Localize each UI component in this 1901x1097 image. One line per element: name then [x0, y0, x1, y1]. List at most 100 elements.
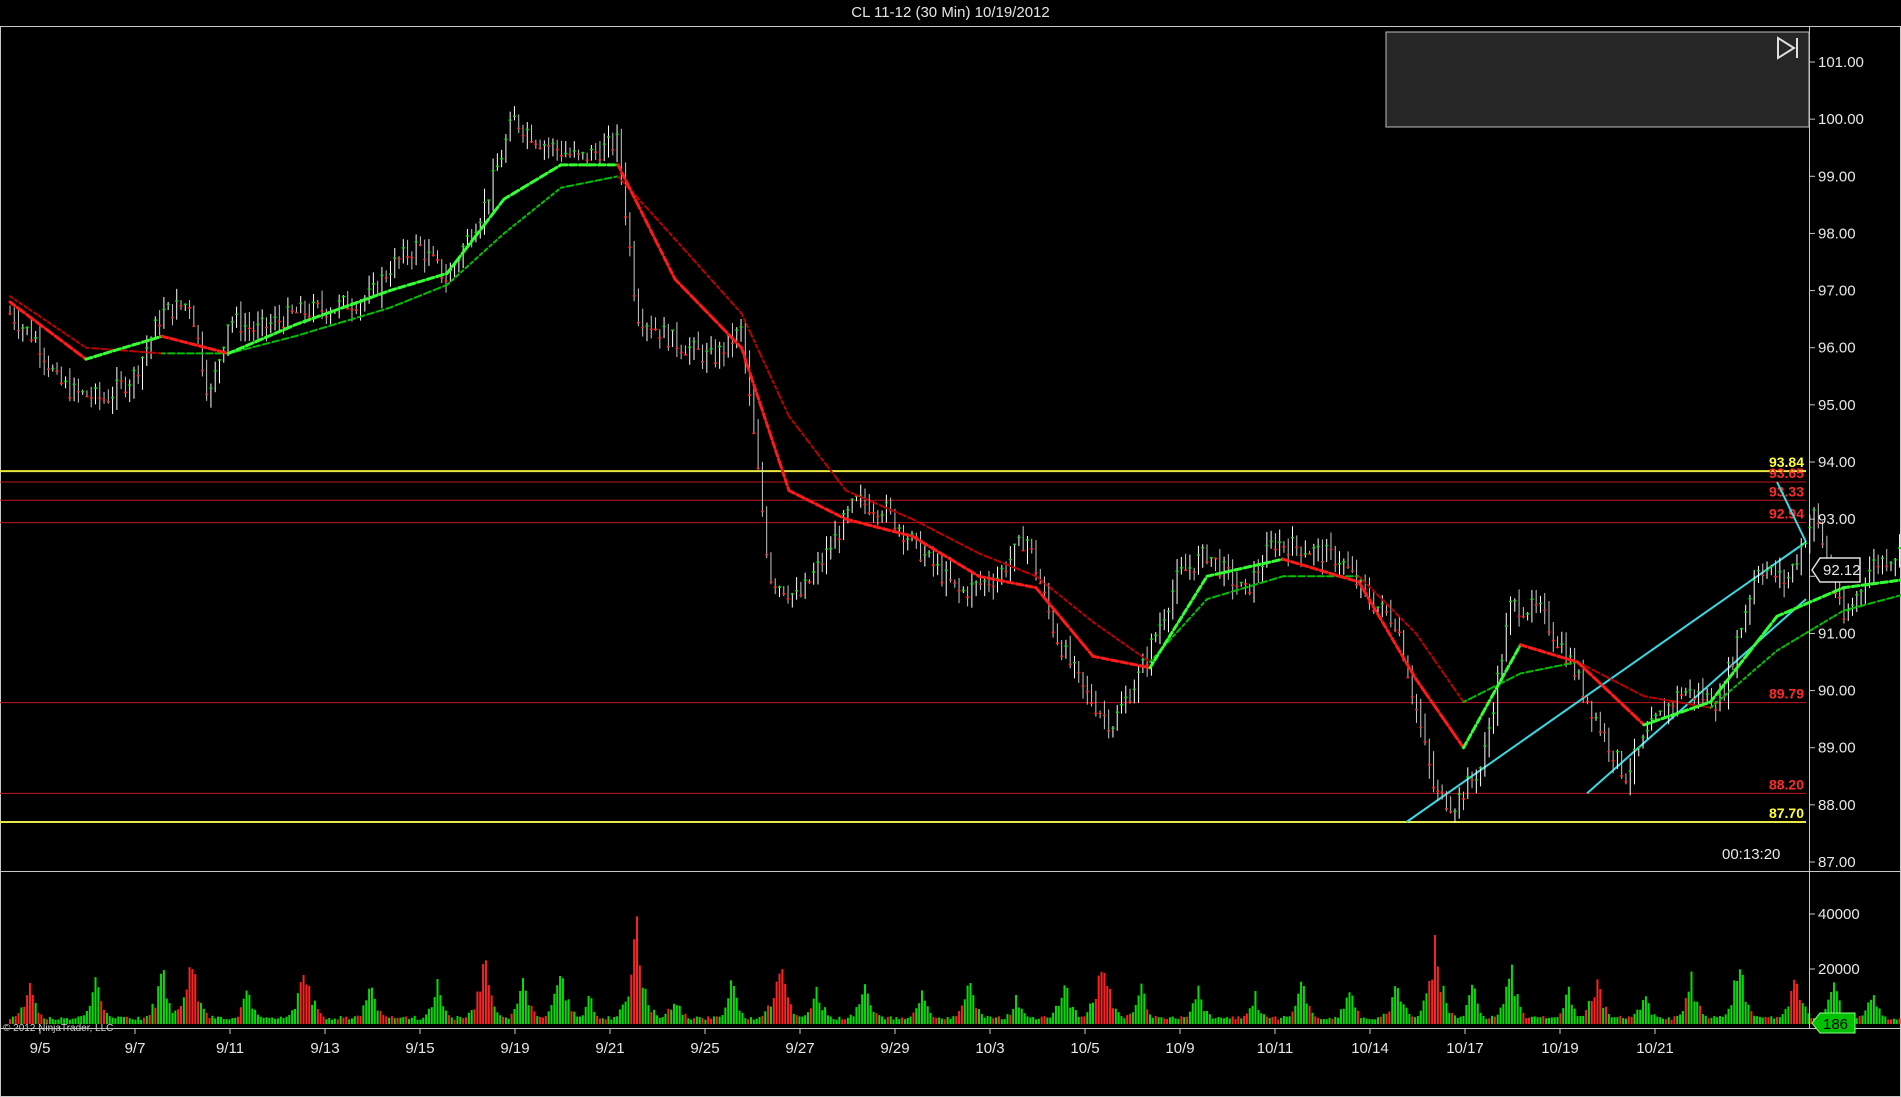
ma-slow-segment — [911, 518, 923, 526]
ma-fast-segment — [1462, 729, 1475, 750]
bar-timer: 00:13:20 — [1722, 846, 1780, 863]
ma-slow-segment — [1082, 613, 1094, 623]
ma-slow-segment — [845, 489, 857, 496]
ma-slow-segment — [569, 182, 581, 187]
ma-fast-segment — [673, 277, 686, 291]
ma-slow-segment — [1139, 654, 1151, 663]
ma-slow-segment — [788, 415, 800, 430]
ma-fast-segment — [1196, 574, 1209, 594]
ma-slow-segment — [1225, 589, 1237, 595]
ma-slow-segment — [807, 440, 819, 455]
ma-slow-segment — [987, 556, 999, 563]
ma-slow-segment — [1073, 605, 1085, 616]
ma-slow-segment — [1785, 638, 1797, 646]
ma-fast-segment — [1395, 645, 1408, 665]
ma-slow-segment — [142, 351, 154, 354]
volume-bars — [9, 916, 1901, 1024]
ma-slow-segment — [1595, 670, 1607, 678]
price-tick-label: 91.00 — [1818, 625, 1856, 642]
ma-fast-segment — [1813, 594, 1826, 602]
ma-slow-segment — [275, 337, 287, 343]
ma-slow-segment — [883, 505, 895, 512]
ma-slow-segment — [797, 427, 809, 443]
time-tick-label: 9/25 — [690, 1040, 719, 1057]
ma-fast-segment — [787, 489, 800, 497]
ma-fast-segment — [1623, 705, 1636, 718]
ma-slow-segment — [151, 351, 163, 355]
ma-fast-segment — [502, 191, 515, 201]
current-volume-marker: 186 — [1811, 1012, 1856, 1034]
ma-slow-segment — [1111, 634, 1123, 643]
ma-fast-segment — [1186, 590, 1199, 609]
ma-fast-segment — [1158, 635, 1171, 654]
copyright-text: © 2012 NinjaTrader, LLC — [3, 1023, 113, 1034]
ma-slow-segment — [1016, 567, 1028, 574]
time-tick-label: 9/19 — [500, 1040, 529, 1057]
ma-slow-segment — [246, 345, 258, 350]
time-tick-label: 10/9 — [1165, 1040, 1194, 1057]
ma-slow-segment — [1434, 659, 1446, 676]
ma-slow-segment — [1044, 582, 1056, 593]
ma-fast-segment — [654, 239, 667, 262]
ma-slow-segment — [1006, 563, 1018, 570]
ma-slow-segment — [465, 258, 477, 269]
ma-fast-segment — [683, 287, 696, 301]
horizontal-levels[interactable]: 93.8493.6593.3392.9489.7988.2087.70 — [0, 454, 1806, 823]
ma-slow-segment — [1795, 632, 1807, 641]
ma-slow-segment — [560, 184, 572, 189]
ma-slow-segment — [712, 280, 724, 294]
ma-slow-segment — [503, 224, 515, 235]
ma-fast-segment — [1652, 716, 1665, 724]
ma-slow-segment — [1396, 613, 1408, 625]
ma-slow-segment — [1624, 685, 1636, 693]
ma-slow-segment — [1548, 664, 1560, 669]
time-axis: 9/5 9/7 9/11 9/13 9/15 9/19 9/21 9/25 9/27 9/29 10… — [30, 1028, 1674, 1057]
ma-slow-segment — [303, 329, 315, 335]
ma-fast-segment — [56, 336, 69, 347]
data-box-panel[interactable] — [1385, 31, 1810, 128]
trendlines[interactable] — [1405, 481, 1807, 823]
ma-slow-segment — [750, 333, 762, 356]
ma-slow-segment — [1804, 626, 1816, 635]
ma-fast-segment — [512, 186, 525, 195]
time-tick-label: 9/21 — [595, 1040, 624, 1057]
ma-slow-segment — [949, 537, 961, 545]
ma-slow-segment — [930, 527, 942, 535]
price-tick-label: 97.00 — [1818, 283, 1856, 300]
ma-slow-segment — [531, 201, 543, 212]
ma-slow-segment — [740, 312, 752, 335]
price-tick-label: 93.00 — [1818, 511, 1856, 528]
ma-slow-segment — [1453, 687, 1465, 703]
time-tick-label: 10/5 — [1070, 1040, 1099, 1057]
ma-fast-segment — [825, 508, 838, 516]
ma-fast-segment — [1072, 631, 1085, 647]
price-bars — [8, 106, 1901, 823]
ma-slow-segment — [341, 318, 353, 323]
moving-averages — [8, 163, 1901, 750]
ma-slow-segment — [902, 514, 914, 521]
ma-fast-segment — [1443, 718, 1456, 736]
ma-slow-segment — [1415, 632, 1427, 649]
ma-fast-segment — [303, 316, 316, 323]
trendline-2 — [1405, 541, 1807, 823]
time-tick-label: 10/19 — [1541, 1040, 1579, 1057]
ma-slow-segment — [47, 321, 59, 330]
ma-slow-segment — [1776, 643, 1788, 652]
volume-tick-label: 40000 — [1818, 906, 1860, 923]
ma-slow-segment — [702, 269, 714, 283]
ma-slow-segment — [1054, 590, 1066, 601]
ma-slow-segment — [284, 335, 296, 340]
ma-slow-segment — [541, 194, 553, 204]
ma-slow-segment — [1405, 622, 1417, 635]
ma-fast-segment — [1671, 710, 1684, 717]
chart-canvas[interactable]: 93.8493.6593.3392.9489.7988.2087.70 101.… — [0, 0, 1901, 1097]
ma-slow-segment — [1253, 581, 1265, 586]
ma-slow-segment — [484, 241, 496, 252]
ma-fast-segment — [1775, 610, 1788, 618]
price-tick-label: 98.00 — [1818, 225, 1856, 242]
ma-fast-segment — [46, 329, 59, 340]
ma-slow-segment — [1519, 670, 1531, 675]
ma-fast-segment — [1690, 703, 1703, 711]
ma-fast-segment — [778, 460, 791, 493]
ma-fast-segment — [1471, 711, 1484, 733]
